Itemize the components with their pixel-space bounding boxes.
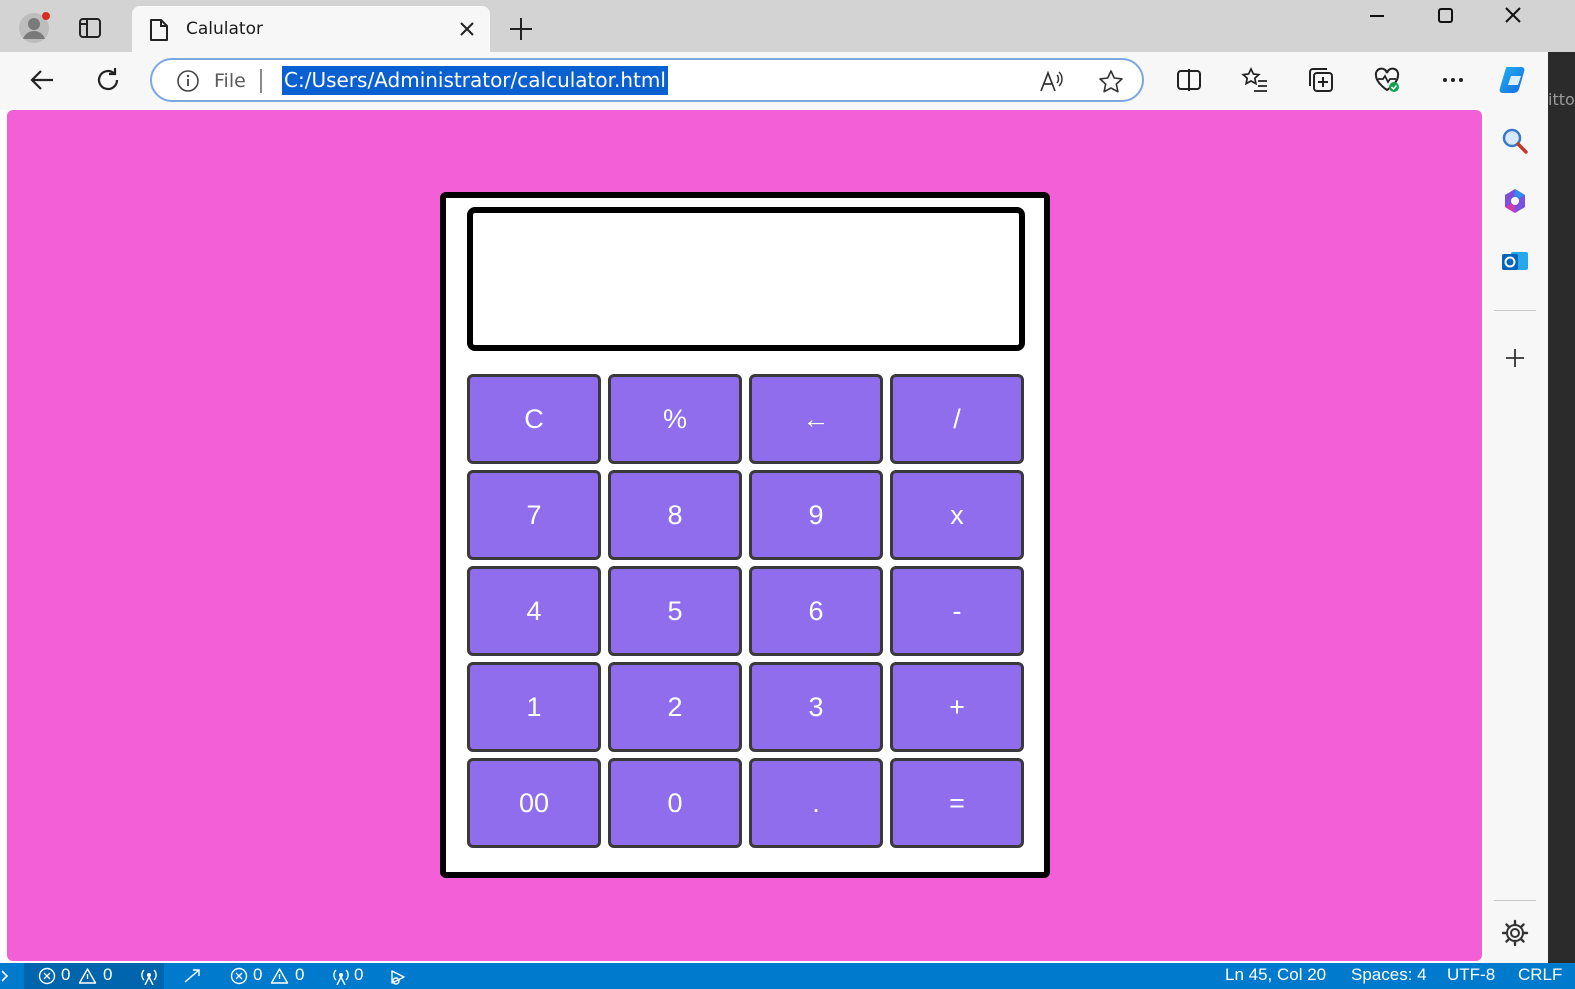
calc-key[interactable]: 3 — [749, 662, 883, 752]
warning-count: 0 — [103, 965, 113, 984]
favorites-list-icon[interactable] — [1241, 66, 1269, 94]
settings-more-icon[interactable] — [1439, 66, 1467, 94]
calc-key[interactable]: % — [608, 374, 742, 464]
collections-icon[interactable] — [1307, 66, 1335, 94]
calc-key[interactable]: 6 — [749, 566, 883, 656]
calc-key[interactable]: x — [890, 470, 1024, 560]
line-ending[interactable]: CRLF — [1518, 965, 1562, 985]
calc-key[interactable]: 9 — [749, 470, 883, 560]
tab-actions-icon[interactable] — [78, 16, 102, 40]
error-count[interactable]: 0 — [253, 965, 262, 985]
calculator-keypad: C% ←/ 7 8 9 x 4 5 6- 1 2 3 +00 0. = — [467, 374, 1027, 848]
warning-icon — [270, 968, 289, 984]
calculator: C% ←/ 7 8 9 x 4 5 6- 1 2 3 +00 0. = — [440, 192, 1050, 878]
minimize-window-icon[interactable] — [1357, 4, 1397, 30]
file-encoding[interactable]: UTF-8 — [1447, 965, 1495, 985]
maximize-window-icon[interactable] — [1425, 4, 1465, 30]
background-window-edge: itto — [1548, 52, 1575, 963]
calc-key[interactable]: 1 — [467, 662, 601, 752]
refresh-icon[interactable] — [92, 64, 124, 96]
error-icon — [38, 967, 56, 985]
active-tab[interactable]: Calulator — [132, 6, 490, 52]
copilot-icon[interactable] — [1497, 62, 1533, 98]
error-count: 0 — [61, 965, 71, 984]
calc-key[interactable]: 5 — [608, 566, 742, 656]
sidebar-divider — [1494, 900, 1536, 901]
live-share-icon[interactable] — [388, 967, 408, 985]
profile-avatar-icon[interactable] — [18, 12, 50, 44]
calc-key[interactable]: 7 — [467, 470, 601, 560]
error-icon — [230, 967, 248, 985]
page-viewport: C% ←/ 7 8 9 x 4 5 6- 1 2 3 +00 0. = — [7, 110, 1482, 961]
address-divider — [260, 69, 262, 93]
split-screen-icon[interactable] — [1175, 66, 1203, 94]
calc-key[interactable]: C — [467, 374, 601, 464]
calc-key[interactable]: + — [890, 662, 1024, 752]
browser-essentials-icon[interactable] — [1373, 66, 1401, 94]
sidebar-settings-gear-icon[interactable] — [1500, 918, 1530, 948]
warning-count[interactable]: 0 — [295, 965, 304, 985]
sidebar-add-icon[interactable] — [1500, 343, 1530, 373]
browser-sidebar — [1484, 110, 1548, 963]
calculator-display[interactable] — [467, 207, 1025, 351]
browser-tab-bar: Calulator — [0, 0, 1575, 52]
favorite-star-icon[interactable] — [1098, 69, 1124, 95]
tab-title: Calulator — [186, 19, 263, 39]
indentation-setting[interactable]: Spaces: 4 — [1351, 965, 1427, 985]
sidebar-search-icon[interactable] — [1500, 126, 1530, 156]
cursor-position[interactable]: Ln 45, Col 20 — [1225, 965, 1326, 985]
address-scheme-label: File — [214, 70, 246, 92]
site-info-icon[interactable] — [176, 69, 200, 93]
new-tab-icon[interactable] — [508, 16, 534, 42]
calc-key[interactable]: 8 — [608, 470, 742, 560]
sidebar-divider — [1494, 310, 1536, 311]
file-page-icon — [150, 19, 168, 41]
calc-key[interactable]: ← — [749, 374, 883, 464]
address-bar[interactable]: File C:/Users/Administrator/calculator.h… — [150, 58, 1144, 102]
sidebar-microsoft365-icon[interactable] — [1500, 186, 1530, 216]
remote-indicator-icon[interactable] — [0, 967, 10, 985]
calc-key[interactable]: 4 — [467, 566, 601, 656]
calc-key[interactable]: = — [890, 758, 1024, 848]
read-aloud-icon[interactable] — [1038, 69, 1064, 95]
close-tab-icon[interactable] — [456, 18, 478, 40]
broadcast-icon[interactable] — [138, 967, 160, 985]
sidebar-outlook-icon[interactable] — [1500, 246, 1530, 276]
ports-broadcast-icon[interactable] — [330, 967, 352, 985]
editor-status-bar: 0 0 0 0 0 Ln 45, Col 20 Spaces: 4 UTF-8 … — [0, 963, 1575, 989]
ports-count[interactable]: 0 — [354, 965, 363, 985]
close-window-icon[interactable] — [1493, 4, 1533, 30]
calc-key[interactable]: 0 — [608, 758, 742, 848]
calc-key[interactable]: . — [749, 758, 883, 848]
address-url-text[interactable]: C:/Users/Administrator/calculator.html — [282, 66, 668, 95]
git-compare-icon[interactable] — [182, 967, 202, 985]
background-window-text: itto — [1548, 90, 1575, 109]
calc-key[interactable]: / — [890, 374, 1024, 464]
browser-toolbar: File C:/Users/Administrator/calculator.h… — [0, 52, 1575, 110]
warning-icon — [78, 968, 97, 984]
calc-key[interactable]: 2 — [608, 662, 742, 752]
calc-key[interactable]: 00 — [467, 758, 601, 848]
calc-key[interactable]: - — [890, 566, 1024, 656]
back-arrow-icon[interactable] — [27, 64, 59, 96]
